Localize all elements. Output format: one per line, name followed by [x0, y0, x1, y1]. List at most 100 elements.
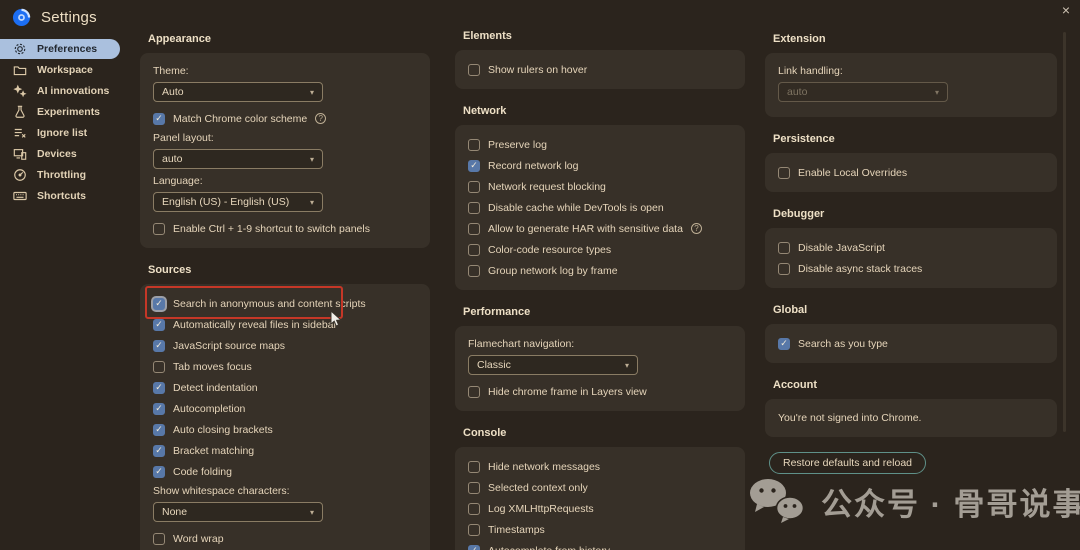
close-icon[interactable]: ×: [1058, 2, 1074, 18]
sidebar-item-ignore-list[interactable]: Ignore list: [0, 123, 120, 143]
checkbox-detect-indentation[interactable]: [153, 381, 165, 394]
setting-row-hide-chrome-frame-in-layers-view: Hide chrome frame in Layers view: [468, 381, 732, 402]
checkbox-preserve-log[interactable]: [468, 138, 480, 151]
help-icon[interactable]: ?: [690, 223, 702, 234]
select-value: Auto: [162, 86, 184, 98]
checkbox-record-network-log[interactable]: [468, 159, 480, 172]
section-card: Preserve log Record network log Network re…: [455, 125, 745, 290]
setting-row-automatically-reveal-files-in-sidebar: Automatically reveal files in sidebar: [153, 314, 417, 335]
select-label: Theme:: [153, 65, 189, 77]
setting-row-log-xmlhttprequests: Log XMLHttpRequests: [468, 498, 732, 519]
checkbox-timestamps[interactable]: [468, 523, 480, 536]
checkbox-label: Record network log: [488, 159, 579, 172]
panel-layout-select[interactable]: auto ▾: [153, 149, 323, 169]
settings-column-right: Extension Link handling: auto ▾ Persistence E…: [765, 25, 1057, 474]
sidebar-item-label: Experiments: [37, 106, 101, 118]
watermark-text: 公众号 · 骨哥说事: [821, 486, 1080, 522]
sidebar-item-preferences[interactable]: Preferences: [0, 39, 120, 59]
chevron-down-icon: ▾: [309, 197, 314, 207]
setting-row-autocomplete-from-history: Autocomplete from history: [468, 540, 732, 550]
checkbox-label: Group network log by frame: [488, 264, 618, 277]
sidebar-item-devices[interactable]: Devices: [0, 144, 120, 164]
sidebar-item-throttling[interactable]: Throttling: [0, 165, 120, 185]
checkbox-log-xmlhttprequests[interactable]: [468, 502, 480, 515]
checkbox-autocompletion[interactable]: [153, 402, 165, 415]
setting-row-show-rulers-on-hover: Show rulers on hover: [468, 59, 732, 80]
flamechart-select[interactable]: Classic ▾: [468, 355, 638, 375]
setting-row-link-handling: Link handling: auto ▾: [778, 65, 1044, 102]
checkbox-javascript-source-maps[interactable]: [153, 339, 165, 352]
checkbox-label: Allow to generate HAR with sensitive dat…: [488, 222, 683, 235]
link-handling-select[interactable]: auto ▾: [778, 82, 948, 102]
section-title: Performance: [463, 306, 531, 318]
checkbox-label: Auto closing brackets: [173, 423, 273, 436]
setting-row-disable-javascript: Disable JavaScript: [778, 237, 1044, 258]
setting-row-allow-to-generate-har-with-sensitive-data: Allow to generate HAR with sensitive dat…: [468, 218, 732, 239]
checkbox-enable-local-overrides[interactable]: [778, 166, 790, 179]
sidebar-item-shortcuts[interactable]: Shortcuts: [0, 186, 120, 206]
status-text: You're not signed into Chrome.: [778, 412, 922, 424]
sidebar-item-label: Devices: [37, 148, 77, 160]
sidebar-item-label: AI innovations: [37, 85, 110, 97]
devtools-logo-icon: [12, 8, 31, 27]
sidebar-item-label: Shortcuts: [37, 190, 87, 202]
sidebar-item-ai-innovations[interactable]: AI innovations: [0, 81, 120, 101]
sidebar-item-label: Workspace: [37, 64, 93, 76]
select-label: Flamechart navigation:: [468, 338, 575, 350]
checkbox-autocomplete-from-history[interactable]: [468, 544, 480, 550]
whitespace-select[interactable]: None ▾: [153, 502, 323, 522]
scrollbar[interactable]: [1063, 32, 1066, 432]
checkbox-search-as-you-type[interactable]: [778, 337, 790, 350]
setting-row-language: Language: English (US) - English (US) ▾: [153, 175, 417, 212]
checkbox-disable-async-stack-traces[interactable]: [778, 262, 790, 275]
gauge-icon: [13, 168, 27, 182]
checkbox-hide-network-messages[interactable]: [468, 460, 480, 473]
checkbox-label: Disable JavaScript: [798, 241, 885, 254]
select-label: Show whitespace characters:: [153, 485, 290, 497]
checkbox-label: Preserve log: [488, 138, 547, 151]
section-card: Flamechart navigation: Classic ▾ Hide chrom…: [455, 326, 745, 411]
setting-row-panel-layout: Panel layout: auto ▾: [153, 132, 417, 169]
checkbox-disable-cache-while-devtools-is-open[interactable]: [468, 201, 480, 214]
section-card: Disable JavaScript Disable async stack tr…: [765, 228, 1057, 288]
checkbox-auto-closing-brackets[interactable]: [153, 423, 165, 436]
section-title: Appearance: [148, 33, 211, 45]
checkbox-group-network-log-by-frame[interactable]: [468, 264, 480, 277]
sidebar-item-experiments[interactable]: Experiments: [0, 102, 120, 122]
chevron-down-icon: ▾: [934, 87, 939, 97]
checkbox-automatically-reveal-files-in-sidebar[interactable]: [153, 318, 165, 331]
sidebar-item-workspace[interactable]: Workspace: [0, 60, 120, 80]
checkbox-label: Color-code resource types: [488, 243, 612, 256]
checkbox-allow-to-generate-har-with-sensitive-data[interactable]: [468, 222, 480, 235]
gear-icon: [13, 42, 27, 56]
checkbox-hide-chrome-frame-in-layers-view[interactable]: [468, 385, 480, 398]
checkbox-label: JavaScript source maps: [173, 339, 286, 352]
setting-row-javascript-source-maps: JavaScript source maps: [153, 335, 417, 356]
restore-defaults-button[interactable]: Restore defaults and reload: [769, 452, 926, 474]
checkbox-label: Bracket matching: [173, 444, 255, 457]
checkbox-tab-moves-focus[interactable]: [153, 360, 165, 373]
theme-select[interactable]: Auto ▾: [153, 82, 323, 102]
checkbox-network-request-blocking[interactable]: [468, 180, 480, 193]
list-x-icon: [13, 126, 27, 140]
devices-icon: [13, 147, 27, 161]
checkbox-disable-javascript[interactable]: [778, 241, 790, 254]
checkbox-label: Hide network messages: [488, 460, 601, 473]
setting-row-group-network-log-by-frame: Group network log by frame: [468, 260, 732, 281]
checkbox-word-wrap[interactable]: [153, 532, 165, 545]
checkbox-selected-context-only[interactable]: [468, 481, 480, 494]
help-icon[interactable]: ?: [315, 113, 327, 124]
language-select[interactable]: English (US) - English (US) ▾: [153, 192, 323, 212]
checkbox-show-rulers-on-hover[interactable]: [468, 63, 480, 76]
checkbox-code-folding[interactable]: [153, 465, 165, 478]
checkbox-bracket-matching[interactable]: [153, 444, 165, 457]
checkbox-enable-ctrl-1-9-shortcut-to-switch-panels[interactable]: [153, 222, 165, 235]
setting-row-code-folding: Code folding: [153, 461, 417, 482]
setting-row-preserve-log: Preserve log: [468, 134, 732, 155]
setting-row-search-in-anonymous-and-content-scripts: Search in anonymous and content scripts: [145, 286, 417, 319]
checkbox-color-code-resource-types[interactable]: [468, 243, 480, 256]
wechat-icon: [748, 478, 806, 524]
checkbox-match-chrome-color-scheme[interactable]: [153, 112, 165, 125]
select-value: auto: [787, 86, 808, 98]
checkbox-search-in-anonymous-and-content-scripts[interactable]: [153, 297, 165, 310]
